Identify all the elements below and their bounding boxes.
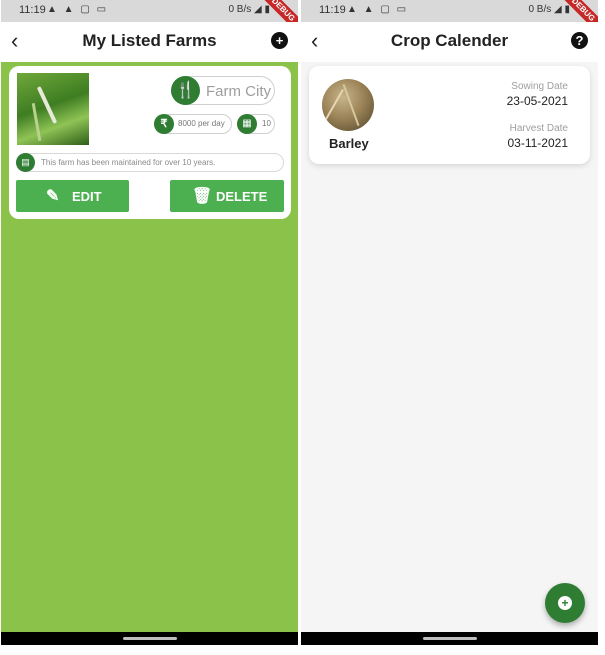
price-text: 8000 per day bbox=[178, 119, 225, 128]
delete-button[interactable]: 🗑 DELETE bbox=[170, 180, 284, 212]
app-bar: ‹ My Listed Farms + bbox=[1, 22, 298, 62]
app-bar: ‹ Crop Calender ? bbox=[301, 22, 598, 62]
farms-screen: 11:19 ▲ ▲ ▢ ▭ 0 B/s ◢ ▮ DEBUG ‹ My Liste… bbox=[1, 0, 298, 645]
notification-icons: ▲ ▲ ▢ ▭ bbox=[347, 4, 409, 15]
crop-card[interactable]: Barley Sowing Date 23-05-2021 Harvest Da… bbox=[309, 66, 590, 164]
home-indicator[interactable] bbox=[122, 637, 177, 640]
status-bar: 11:19 ▲ ▲ ▢ ▭ 0 B/s ◢ ▮ DEBUG bbox=[1, 0, 298, 37]
harvest-date-label: Harvest Date bbox=[509, 123, 568, 134]
farm-card[interactable]: 🍴 Farm City ₹ 8000 per day ▦ 10 ▤ This f… bbox=[9, 66, 291, 219]
edit-label: EDIT bbox=[72, 189, 102, 204]
price-badge: ₹ 8000 per day bbox=[154, 114, 232, 134]
nav-bar bbox=[1, 632, 298, 645]
edit-icon: ✎ bbox=[46, 188, 60, 205]
description-text: This farm has been maintained for over 1… bbox=[41, 158, 216, 167]
status-time: 11:19 bbox=[19, 4, 46, 16]
sowing-date-value: 23-05-2021 bbox=[506, 94, 568, 108]
farm-type-field[interactable]: 🍴 Farm City bbox=[171, 76, 275, 105]
area-text: 10 bbox=[262, 119, 271, 128]
nav-bar bbox=[301, 632, 598, 645]
notification-icons: ▲ ▲ ▢ ▭ bbox=[47, 4, 109, 15]
description-icon: ▤ bbox=[16, 153, 35, 172]
edit-button[interactable]: ✎ EDIT bbox=[16, 180, 129, 212]
rupee-icon: ₹ bbox=[154, 114, 174, 134]
area-badge: ▦ 10 bbox=[237, 114, 275, 134]
network-speed: 0 B/s bbox=[228, 4, 252, 15]
status-bar: 11:19 ▲ ▲ ▢ ▭ 0 B/s ◢ ▮ DEBUG bbox=[301, 0, 598, 37]
crop-name: Barley bbox=[329, 136, 369, 151]
help-icon[interactable]: ? bbox=[571, 32, 588, 49]
description-field: ▤ This farm has been maintained for over… bbox=[16, 153, 284, 172]
status-network: 0 B/s ◢ ▮ bbox=[528, 4, 570, 15]
plus-icon: + bbox=[558, 596, 572, 610]
add-farm-icon[interactable]: + bbox=[271, 32, 288, 49]
status-time: 11:19 bbox=[319, 4, 346, 16]
crop-calendar-screen: 11:19 ▲ ▲ ▢ ▭ 0 B/s ◢ ▮ DEBUG ‹ Crop Cal… bbox=[301, 0, 598, 645]
home-indicator[interactable] bbox=[422, 637, 477, 640]
farm-type-placeholder: Farm City bbox=[206, 83, 271, 100]
trash-icon: 🗑 bbox=[192, 188, 213, 205]
fork-knife-icon: 🍴 bbox=[171, 76, 200, 105]
harvest-date-value: 03-11-2021 bbox=[507, 136, 569, 150]
delete-label: DELETE bbox=[216, 189, 268, 204]
status-network: 0 B/s ◢ ▮ bbox=[228, 4, 270, 15]
crop-image bbox=[322, 79, 374, 131]
page-title: Crop Calender bbox=[390, 31, 509, 50]
area-icon: ▦ bbox=[237, 114, 257, 134]
page-title: My Listed Farms bbox=[82, 31, 217, 50]
add-crop-button[interactable]: + bbox=[545, 583, 585, 623]
sowing-date-label: Sowing Date bbox=[511, 81, 568, 92]
farm-image bbox=[17, 73, 89, 145]
network-speed: 0 B/s bbox=[528, 4, 552, 15]
